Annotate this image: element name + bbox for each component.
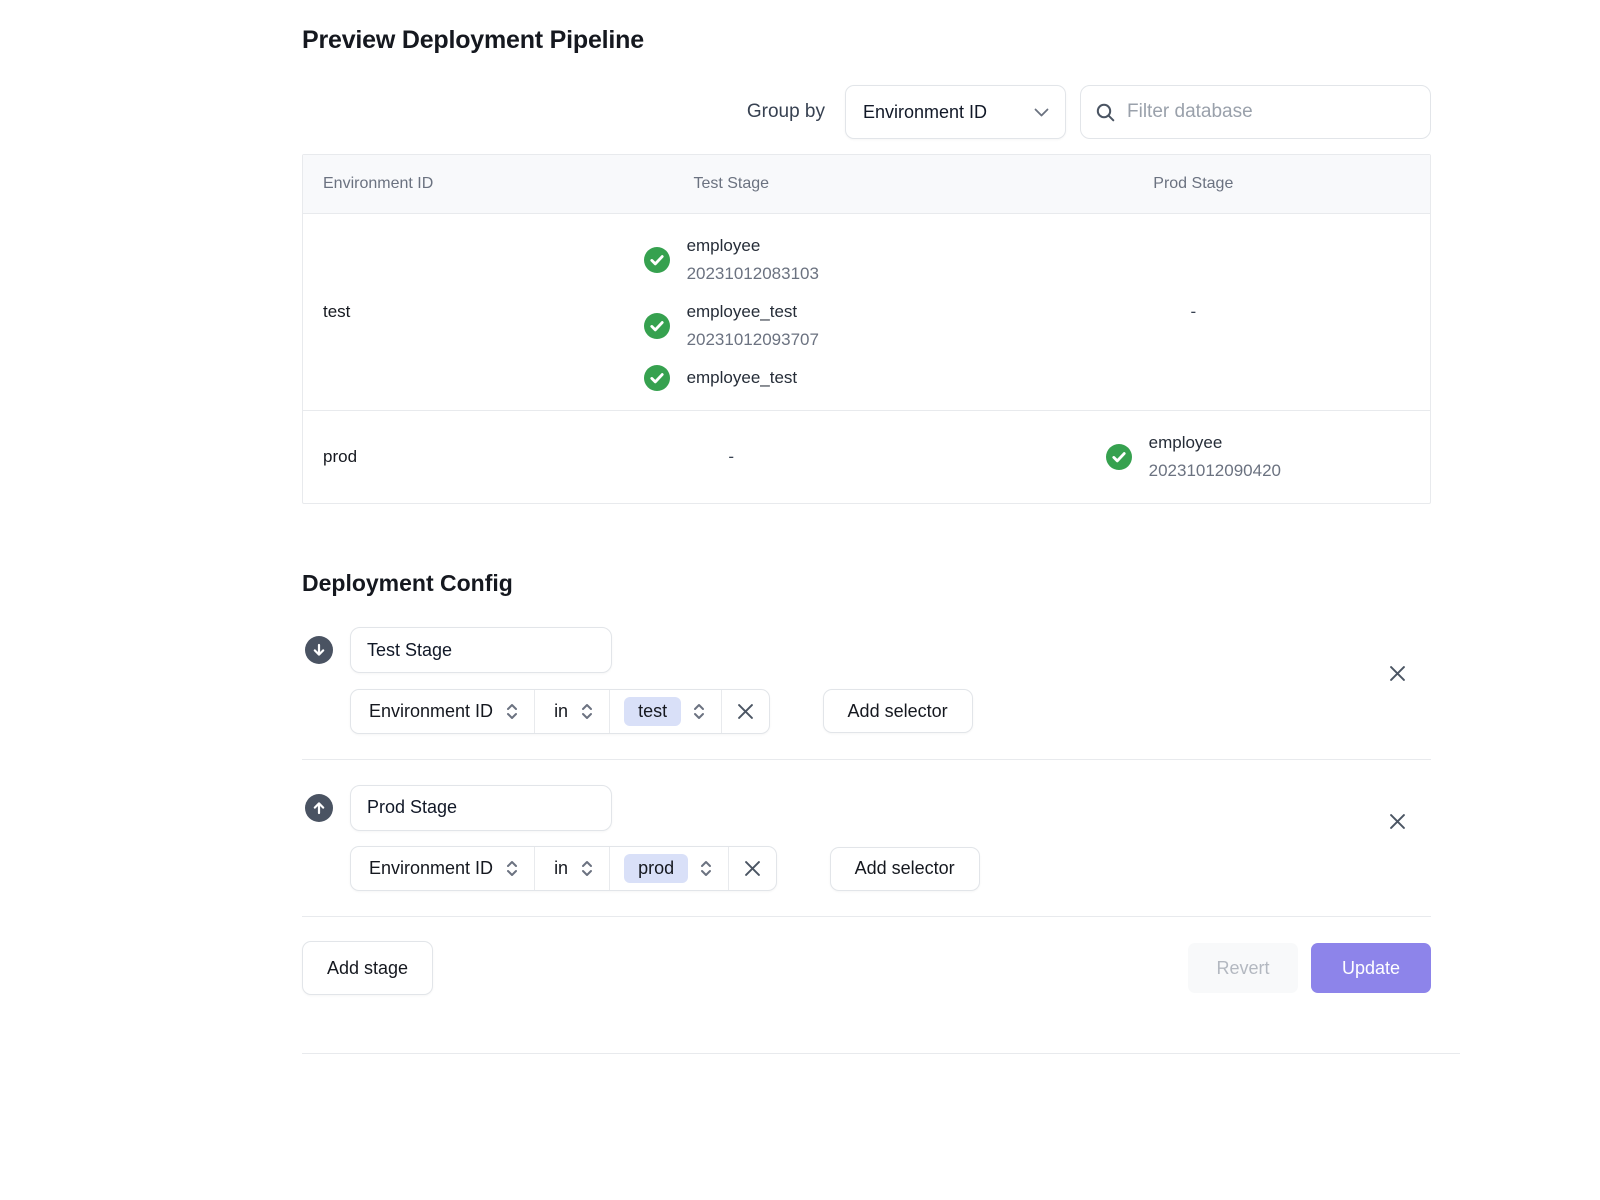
deployment-config-title: Deployment Config bbox=[302, 568, 1431, 598]
database-item: employee_test 20231012093707 bbox=[644, 298, 819, 354]
check-circle-icon bbox=[1106, 444, 1132, 470]
database-name: employee bbox=[687, 232, 819, 260]
database-item: employee 20231012083103 bbox=[644, 232, 819, 288]
selector-operator-select[interactable]: in bbox=[534, 690, 609, 733]
column-header-environment-id: Environment ID bbox=[303, 155, 506, 213]
arrow-up-circle-icon bbox=[305, 794, 333, 822]
up-down-chevrons-icon bbox=[699, 859, 713, 878]
database-item: employee_test bbox=[644, 364, 798, 392]
config-footer: Add stage Revert Update bbox=[302, 941, 1431, 995]
revert-button[interactable]: Revert bbox=[1188, 943, 1298, 993]
arrow-down-circle-icon bbox=[305, 636, 333, 664]
selector-value-tag: test bbox=[624, 697, 681, 726]
selector-key-value: Environment ID bbox=[369, 858, 493, 879]
database-version: 20231012083103 bbox=[687, 260, 819, 288]
up-down-chevrons-icon bbox=[580, 702, 594, 721]
database-name: employee_test bbox=[687, 298, 819, 326]
add-selector-button[interactable]: Add selector bbox=[830, 847, 980, 891]
add-stage-button[interactable]: Add stage bbox=[302, 941, 433, 995]
add-selector-button[interactable]: Add selector bbox=[823, 689, 973, 733]
selector-value-select[interactable]: prod bbox=[609, 847, 728, 890]
column-header-test-stage: Test Stage bbox=[506, 155, 957, 213]
chevron-down-icon bbox=[1034, 108, 1049, 117]
up-down-chevrons-icon bbox=[505, 859, 519, 878]
filter-database-search[interactable] bbox=[1080, 85, 1431, 139]
group-by-select[interactable]: Environment ID bbox=[845, 85, 1066, 139]
stage-config-test: Environment ID in test Add sel bbox=[302, 627, 1431, 734]
pipeline-table: Environment ID Test Stage Prod Stage tes… bbox=[302, 154, 1431, 504]
selector-value-tag: prod bbox=[624, 854, 688, 883]
prod-stage-database-list: employee 20231012090420 bbox=[1106, 411, 1281, 503]
environment-name: test bbox=[323, 302, 350, 322]
bottom-divider bbox=[302, 1053, 1460, 1054]
column-header-prod-stage: Prod Stage bbox=[957, 155, 1430, 213]
empty-stage-dash: - bbox=[728, 447, 734, 467]
stage-name-input[interactable] bbox=[350, 785, 612, 831]
footer-divider bbox=[302, 916, 1431, 917]
stage-divider bbox=[302, 759, 1431, 760]
selector-rule: Environment ID in test bbox=[350, 689, 770, 734]
database-version: 20231012090420 bbox=[1149, 457, 1281, 485]
up-down-chevrons-icon bbox=[692, 702, 706, 721]
group-by-selected-value: Environment ID bbox=[863, 102, 987, 123]
remove-selector-button[interactable] bbox=[721, 690, 769, 733]
check-circle-icon bbox=[644, 313, 670, 339]
selector-key-select[interactable]: Environment ID bbox=[351, 847, 534, 890]
test-stage-database-list: employee 20231012083103 employee_test 20… bbox=[644, 214, 819, 410]
empty-stage-dash: - bbox=[1190, 302, 1196, 322]
up-down-chevrons-icon bbox=[505, 702, 519, 721]
environment-name: prod bbox=[323, 447, 357, 467]
remove-selector-button[interactable] bbox=[728, 847, 776, 890]
table-row-test: test employee 20231012083103 bbox=[303, 213, 1430, 410]
group-by-label: Group by bbox=[747, 101, 825, 123]
pipeline-toolbar: Group by Environment ID bbox=[302, 85, 1431, 139]
remove-stage-button[interactable] bbox=[1384, 660, 1410, 686]
database-item: employee 20231012090420 bbox=[1106, 429, 1281, 485]
selector-value-select[interactable]: test bbox=[609, 690, 721, 733]
selector-key-value: Environment ID bbox=[369, 701, 493, 722]
selector-operator-select[interactable]: in bbox=[534, 847, 609, 890]
database-name: employee_test bbox=[687, 364, 798, 392]
stage-name-input[interactable] bbox=[350, 627, 612, 673]
filter-database-input[interactable] bbox=[1127, 101, 1416, 123]
page-title: Preview Deployment Pipeline bbox=[302, 24, 1431, 56]
pipeline-table-header: Environment ID Test Stage Prod Stage bbox=[303, 155, 1430, 213]
check-circle-icon bbox=[644, 365, 670, 391]
search-icon bbox=[1095, 102, 1116, 123]
selector-operator-value: in bbox=[554, 701, 568, 722]
update-button[interactable]: Update bbox=[1311, 943, 1431, 993]
database-version: 20231012093707 bbox=[687, 326, 819, 354]
selector-rule: Environment ID in prod bbox=[350, 846, 777, 891]
stage-config-prod: Environment ID in prod Add sel bbox=[302, 785, 1431, 892]
selector-operator-value: in bbox=[554, 858, 568, 879]
preview-deployment-pipeline-panel: Preview Deployment Pipeline Group by Env… bbox=[302, 0, 1431, 1054]
table-row-prod: prod - employee 20231012090420 bbox=[303, 410, 1430, 503]
check-circle-icon bbox=[644, 247, 670, 273]
database-name: employee bbox=[1149, 429, 1281, 457]
selector-key-select[interactable]: Environment ID bbox=[351, 690, 534, 733]
up-down-chevrons-icon bbox=[580, 859, 594, 878]
remove-stage-button[interactable] bbox=[1384, 809, 1410, 835]
